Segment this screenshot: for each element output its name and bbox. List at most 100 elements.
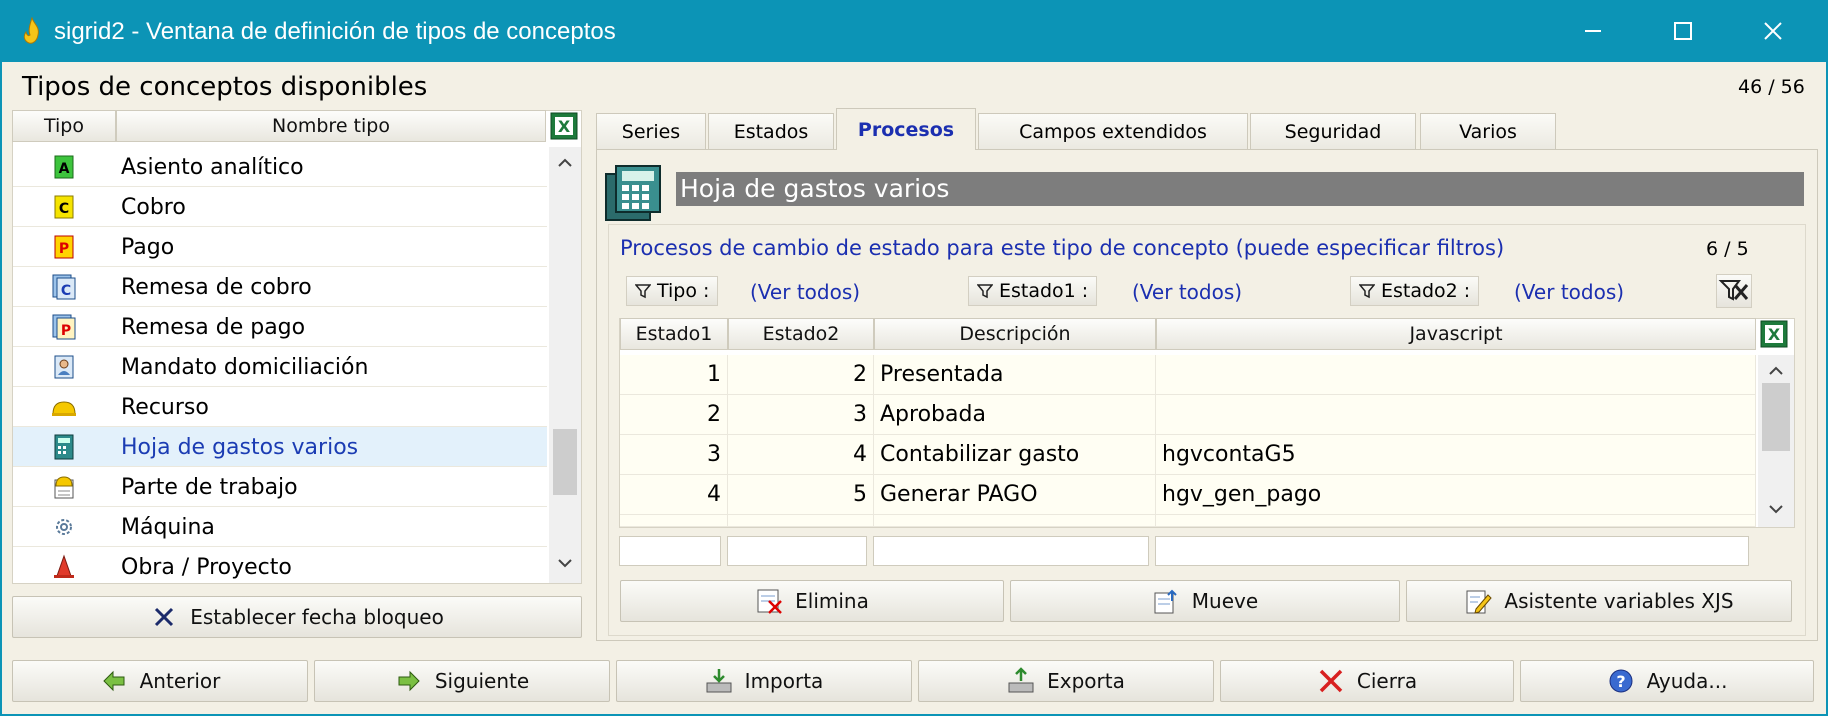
list-item[interactable]: Hoja de gastos varios xyxy=(13,427,547,467)
descripcion-input[interactable] xyxy=(873,536,1149,566)
cierra-button[interactable]: Cierra xyxy=(1220,660,1514,702)
procesos-counter: 6 / 5 xyxy=(1706,238,1749,260)
move-row-icon xyxy=(1154,589,1177,614)
list-item[interactable]: A Asiento analítico xyxy=(13,147,547,187)
export-icon xyxy=(1008,667,1034,693)
mueve-button[interactable]: Mueve xyxy=(1010,580,1400,622)
ayuda-button[interactable]: ? Ayuda... xyxy=(1520,660,1814,702)
list-item[interactable]: Recurso xyxy=(13,387,547,427)
C-letter-icon: C xyxy=(54,195,74,219)
svg-text:P: P xyxy=(61,323,71,339)
table-cell[interactable]: Generar PAGO xyxy=(874,475,1156,515)
column-header-descripcion[interactable]: Descripción xyxy=(874,318,1156,350)
asistente-variables-button[interactable]: Asistente variables XJS xyxy=(1406,580,1792,622)
table-cell[interactable]: 3 xyxy=(728,395,874,435)
table-cell[interactable]: 3 xyxy=(620,435,728,475)
tab-series[interactable]: Series xyxy=(596,113,706,149)
column-header-estado2[interactable]: Estado2 xyxy=(728,318,874,350)
column-header-estado1[interactable]: Estado1 xyxy=(620,318,728,350)
filter-estado2-button[interactable]: Estado2 : xyxy=(1350,276,1480,306)
table-cell[interactable]: Aprobada xyxy=(874,395,1156,435)
cone-icon xyxy=(54,554,74,578)
estado2-input[interactable] xyxy=(727,536,867,566)
excel-export-button[interactable]: X xyxy=(1758,318,1790,350)
tab-procesos[interactable]: Procesos xyxy=(836,108,976,150)
filter-tipo-value[interactable]: (Ver todos) xyxy=(750,280,860,304)
scroll-down-icon[interactable] xyxy=(549,551,581,575)
lock-date-button[interactable]: Establecer fecha bloqueo xyxy=(12,596,582,638)
javascript-input[interactable] xyxy=(1155,536,1749,566)
maximize-icon xyxy=(1674,22,1692,40)
table-cell[interactable]: 2 xyxy=(620,395,728,435)
list-scrollbar[interactable] xyxy=(549,147,581,583)
flame-icon xyxy=(23,17,39,44)
tab-estados[interactable]: Estados xyxy=(708,113,834,149)
importa-button[interactable]: Importa xyxy=(616,660,912,702)
P-letter-icon: P xyxy=(54,235,74,259)
svg-text:C: C xyxy=(59,201,69,217)
scroll-up-icon[interactable] xyxy=(1758,359,1794,383)
filter-tipo-button[interactable]: Tipo : xyxy=(626,276,719,306)
calculator-icon xyxy=(54,434,74,460)
tab-seguridad[interactable]: Seguridad xyxy=(1250,113,1416,149)
A-letter-icon: A xyxy=(54,155,74,179)
table-cell[interactable]: 5 xyxy=(728,475,874,515)
table-cell xyxy=(620,515,728,527)
list-item[interactable]: Obra / Proyecto xyxy=(13,547,547,583)
svg-text:A: A xyxy=(59,161,70,177)
scrollbar-thumb[interactable] xyxy=(1762,383,1790,451)
list-item[interactable]: Parte de trabajo xyxy=(13,467,547,507)
gear-icon xyxy=(56,519,72,535)
import-icon xyxy=(706,669,732,693)
table-cell[interactable]: hgvcontaG5 xyxy=(1156,435,1756,475)
table-cell[interactable]: Presentada xyxy=(874,355,1156,395)
filter-estado1-button[interactable]: Estado1 : xyxy=(968,276,1098,306)
table-cell[interactable]: Contabilizar gasto xyxy=(874,435,1156,475)
list-item[interactable]: C Remesa de cobro xyxy=(13,267,547,307)
table-cell xyxy=(1156,515,1756,527)
list-item[interactable]: P Remesa de pago xyxy=(13,307,547,347)
close-icon xyxy=(1764,22,1782,40)
maximize-button[interactable] xyxy=(1638,0,1728,62)
tab-campos-extendidos[interactable]: Campos extendidos xyxy=(978,113,1248,149)
clear-filter-icon xyxy=(1718,280,1749,301)
scroll-up-icon[interactable] xyxy=(549,151,581,175)
elimina-button[interactable]: Elimina xyxy=(620,580,1004,622)
scrollbar-thumb[interactable] xyxy=(553,429,577,495)
estado1-input[interactable] xyxy=(619,536,721,566)
exporta-button[interactable]: Exporta xyxy=(918,660,1214,702)
table-cell[interactable]: 4 xyxy=(620,475,728,515)
svg-text:X: X xyxy=(1768,325,1781,344)
column-header-tipo[interactable]: Tipo xyxy=(12,110,116,142)
filter-estado2-value[interactable]: (Ver todos) xyxy=(1514,280,1624,304)
list-item[interactable]: C Cobro xyxy=(13,187,547,227)
siguiente-button[interactable]: Siguiente xyxy=(314,660,610,702)
svg-text:C: C xyxy=(61,283,71,299)
funnel-icon xyxy=(977,284,993,299)
remesa-cobro-icon: C xyxy=(52,274,76,300)
table-cell[interactable]: hgv_gen_pago xyxy=(1156,475,1756,515)
excel-export-button[interactable]: X xyxy=(548,110,580,142)
concept-types-list[interactable]: A Asiento analítico C Cobro P Pago C Rem… xyxy=(12,110,582,584)
list-item[interactable]: Máquina xyxy=(13,507,547,547)
clear-filters-button[interactable] xyxy=(1716,274,1752,308)
close-button[interactable] xyxy=(1728,0,1818,62)
table-cell[interactable] xyxy=(1156,355,1756,395)
list-item[interactable]: P Pago xyxy=(13,227,547,267)
minimize-button[interactable] xyxy=(1548,0,1638,62)
arrow-right-icon xyxy=(398,670,420,692)
list-item[interactable]: Mandato domiciliación xyxy=(13,347,547,387)
table-cell[interactable] xyxy=(1156,395,1756,435)
table-scrollbar[interactable] xyxy=(1758,355,1794,527)
filter-estado1-value[interactable]: (Ver todos) xyxy=(1132,280,1242,304)
tab-varios[interactable]: Varios xyxy=(1420,113,1556,149)
svg-text:X: X xyxy=(558,117,571,136)
column-header-nombre[interactable]: Nombre tipo xyxy=(116,110,546,142)
arrow-left-icon xyxy=(102,670,125,692)
scroll-down-icon[interactable] xyxy=(1758,497,1794,521)
table-cell[interactable]: 4 xyxy=(728,435,874,475)
column-header-javascript[interactable]: Javascript xyxy=(1156,318,1756,350)
anterior-button[interactable]: Anterior xyxy=(12,660,308,702)
table-cell[interactable]: 2 xyxy=(728,355,874,395)
table-cell[interactable]: 1 xyxy=(620,355,728,395)
